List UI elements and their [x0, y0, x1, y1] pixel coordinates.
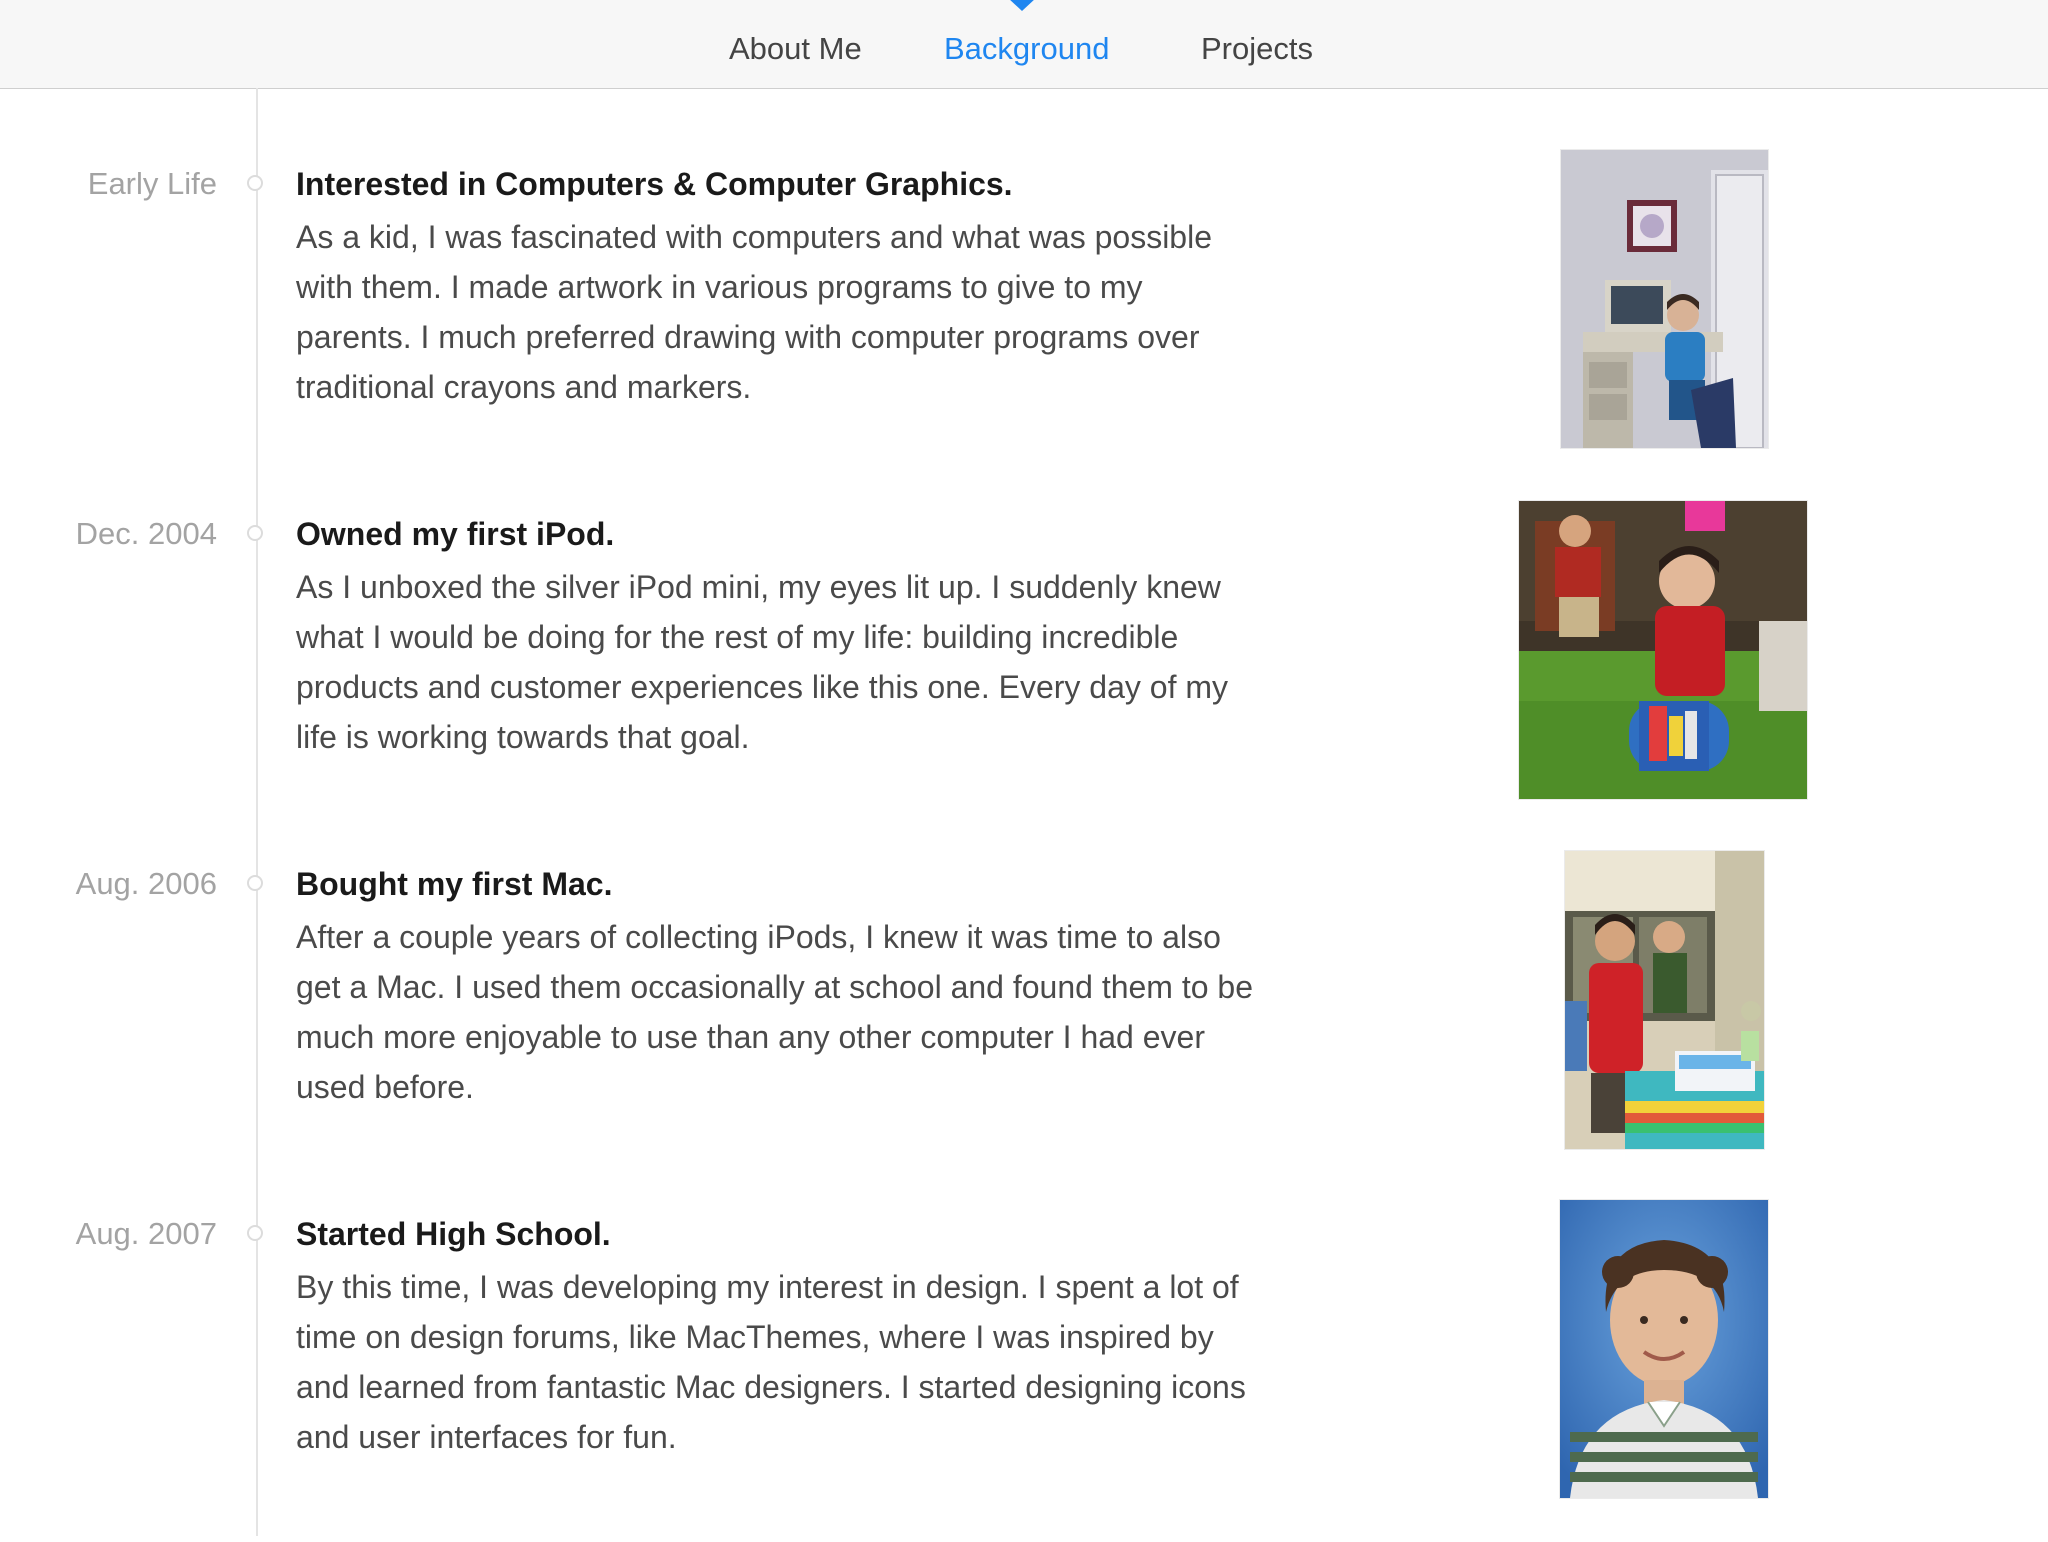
entry-date: Aug. 2006	[75, 866, 217, 901]
school-portrait-photo	[1560, 1200, 1768, 1498]
timeline-node	[247, 1225, 263, 1241]
entry-body: As I unboxed the silver iPod mini, my ey…	[296, 569, 1228, 755]
entry-body: As a kid, I was fascinated with computer…	[296, 219, 1212, 405]
timeline-node	[247, 875, 263, 891]
tab-background[interactable]: Background	[944, 30, 1109, 68]
entry-title: Owned my first iPod.	[296, 516, 615, 552]
entry-title: Bought my first Mac.	[296, 866, 613, 902]
child-at-computer-photo	[1561, 150, 1768, 448]
entry-title: Started High School.	[296, 1216, 611, 1252]
active-tab-indicator	[1008, 0, 1036, 11]
entry-title: Interested in Computers & Computer Graph…	[296, 166, 1013, 202]
entry-date: Early Life	[87, 166, 217, 201]
entry-body: After a couple years of collecting iPods…	[296, 919, 1254, 1105]
birthday-cake-photo	[1565, 851, 1764, 1149]
entry-date: Dec. 2004	[75, 516, 217, 551]
entry-body: By this time, I was developing my intere…	[296, 1269, 1246, 1455]
unwrapping-gift-photo	[1519, 501, 1807, 799]
entry-date: Aug. 2007	[75, 1216, 217, 1251]
timeline-node	[247, 525, 263, 541]
tab-about-me[interactable]: About Me	[729, 30, 862, 68]
timeline-node	[247, 175, 263, 191]
tab-projects[interactable]: Projects	[1201, 30, 1313, 68]
top-navigation-bar: About Me Background Projects	[0, 0, 2048, 89]
